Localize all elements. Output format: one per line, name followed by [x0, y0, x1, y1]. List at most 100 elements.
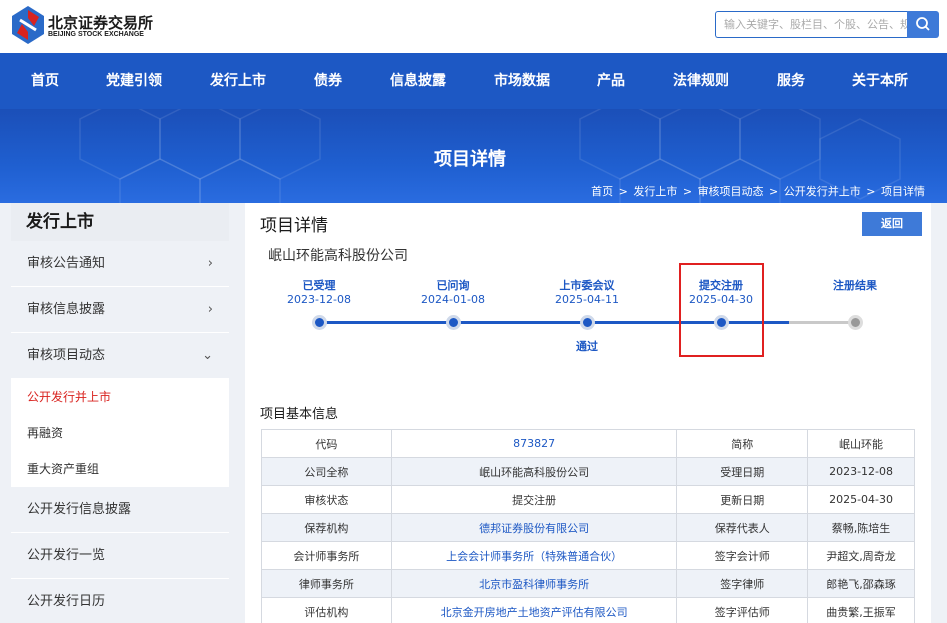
breadcrumb-review-dynamics[interactable]: 审核项目动态: [698, 185, 764, 198]
nav-item-products[interactable]: 产品: [597, 53, 625, 109]
field-label: 律师事务所: [261, 569, 392, 598]
table-row: 公司全称 岷山环能高科股份公司 受理日期 2023-12-08: [261, 457, 915, 486]
sidebar-subitem-public-offering[interactable]: 公开发行并上市: [11, 379, 229, 415]
sidebar-item-review-disclosure[interactable]: 审核信息披露 ›: [11, 287, 229, 333]
project-info-table: 代码 873827 简称 岷山环能 公司全称 岷山环能高科股份公司 受理日期 2023-12-…: [261, 429, 915, 623]
field-value[interactable]: 873827: [390, 429, 678, 458]
nav-item-listing[interactable]: 发行上市: [210, 53, 266, 109]
field-value: 2023-12-08: [807, 457, 915, 486]
field-value: 2025-04-30: [807, 485, 915, 514]
table-row: 评估机构 北京金开房地产土地资产评估有限公司 签字评估师 曲贵繁,王振军: [261, 597, 915, 623]
bse-logo-icon: [12, 6, 44, 44]
field-value[interactable]: 北京市盈科律师事务所: [390, 569, 678, 598]
sidebar-item-label: 审核公告通知: [27, 256, 106, 271]
logo-text-cn: 北京证券交易所: [48, 14, 154, 32]
field-value: 尹超文,周奇龙: [807, 541, 915, 570]
progress-timeline: 已受理 2023-12-08 已问询 2024-01-08 上市委会议 2025…: [245, 263, 931, 373]
nav-item-party[interactable]: 党建引领: [106, 53, 162, 109]
table-row: 审核状态 提交注册 更新日期 2025-04-30: [261, 485, 915, 514]
search-box: [715, 11, 939, 38]
step-dot: [580, 315, 595, 330]
basic-info-title: 项目基本信息: [260, 407, 339, 422]
field-label: 公司全称: [261, 457, 392, 486]
chevron-right-icon: ›: [207, 302, 213, 317]
breadcrumb-public-offering[interactable]: 公开发行并上市: [784, 185, 861, 198]
breadcrumb-current: 项目详情: [881, 185, 925, 198]
sidebar-item-offering-calendar[interactable]: 公开发行日历: [11, 579, 229, 623]
field-value[interactable]: 上会会计师事务所（特殊普通合伙）: [390, 541, 678, 570]
step-date: 2025-04-11: [555, 293, 619, 306]
field-value: 岷山环能: [807, 429, 915, 458]
table-row: 会计师事务所 上会会计师事务所（特殊普通合伙） 签字会计师 尹超文,周奇龙: [261, 541, 915, 570]
sidebar-item-review-notices[interactable]: 审核公告通知 ›: [11, 241, 229, 287]
nav-item-rules[interactable]: 法律规则: [673, 53, 729, 109]
step-note: 通过: [576, 340, 598, 353]
sidebar-subitem-restructuring[interactable]: 重大资产重组: [11, 451, 229, 487]
field-label: 签字律师: [676, 569, 809, 598]
step-date: 2023-12-08: [287, 293, 351, 306]
field-label: 受理日期: [676, 457, 809, 486]
company-name: 岷山环能高科股份公司: [268, 248, 408, 264]
sidebar-subitem-refinancing[interactable]: 再融资: [11, 415, 229, 451]
field-value: 曲贵繁,王振军: [807, 597, 915, 623]
sidebar: 发行上市 审核公告通知 › 审核信息披露 › 审核项目动态 ⌄ 公开发行并上市 …: [11, 203, 229, 623]
bse-logo[interactable]: 北京证券交易所 BEIJING STOCK EXCHANGE: [12, 6, 154, 46]
field-label: 更新日期: [676, 485, 809, 514]
step-date: 2024-01-08: [421, 293, 485, 306]
field-value: 郎艳飞,邵森琢: [807, 569, 915, 598]
table-row: 代码 873827 简称 岷山环能: [261, 429, 915, 458]
nav-item-market-data[interactable]: 市场数据: [494, 53, 550, 109]
step-label: 上市委会议: [559, 279, 615, 292]
nav-item-home[interactable]: 首页: [31, 53, 59, 109]
field-label: 简称: [676, 429, 809, 458]
search-icon: [916, 17, 930, 31]
field-value[interactable]: 德邦证券股份有限公司: [390, 513, 678, 542]
field-value: 提交注册: [390, 485, 678, 514]
field-label: 审核状态: [261, 485, 392, 514]
highlight-box: [679, 263, 764, 357]
sidebar-title: 发行上市: [11, 203, 229, 241]
field-label: 保荐代表人: [676, 513, 809, 542]
field-value: 蔡畅,陈培生: [807, 513, 915, 542]
nav-item-about[interactable]: 关于本所: [852, 53, 908, 109]
step-dot: [312, 315, 327, 330]
sidebar-item-label: 审核信息披露: [27, 302, 106, 317]
table-row: 律师事务所 北京市盈科律师事务所 签字律师 郎艳飞,邵森琢: [261, 569, 915, 598]
nav-item-bonds[interactable]: 债券: [314, 53, 342, 109]
main-nav: 首页 党建引领 发行上市 债券 信息披露 市场数据 产品 法律规则 服务 关于本…: [0, 53, 947, 109]
step-label: 注册结果: [833, 279, 877, 292]
page-title: 项目详情: [434, 149, 506, 170]
nav-item-disclosure[interactable]: 信息披露: [390, 53, 446, 109]
top-header: 北京证券交易所 BEIJING STOCK EXCHANGE: [0, 0, 947, 53]
field-value[interactable]: 北京金开房地产土地资产评估有限公司: [390, 597, 678, 623]
table-row: 保荐机构 德邦证券股份有限公司 保荐代表人 蔡畅,陈培生: [261, 513, 915, 542]
field-label: 代码: [261, 429, 392, 458]
chevron-right-icon: ›: [207, 256, 213, 271]
field-label: 评估机构: [261, 597, 392, 623]
chevron-down-icon: ⌄: [202, 348, 213, 363]
step-label: 已受理: [302, 279, 336, 292]
step-dot: [446, 315, 461, 330]
search-button[interactable]: [907, 11, 939, 38]
main-panel: 项目详情 返回 岷山环能高科股份公司 已受理 2023-12-08 已问询 20…: [245, 203, 931, 623]
sidebar-item-label: 审核项目动态: [27, 348, 106, 363]
sidebar-item-review-dynamics[interactable]: 审核项目动态 ⌄: [11, 333, 229, 379]
sidebar-item-offering-list[interactable]: 公开发行一览: [11, 533, 229, 579]
field-label: 会计师事务所: [261, 541, 392, 570]
step-dot-pending: [848, 315, 863, 330]
step-label: 已问询: [436, 279, 470, 292]
back-button[interactable]: 返回: [862, 212, 922, 236]
breadcrumb-listing[interactable]: 发行上市: [633, 185, 677, 198]
field-label: 签字评估师: [676, 597, 809, 623]
breadcrumb: 首页 > 发行上市 > 审核项目动态 > 公开发行并上市 > 项目详情: [591, 185, 925, 198]
panel-title: 项目详情: [260, 216, 328, 236]
nav-item-services[interactable]: 服务: [777, 53, 805, 109]
page-banner: 项目详情 首页 > 发行上市 > 审核项目动态 > 公开发行并上市 > 项目详情: [0, 109, 947, 203]
search-input[interactable]: [715, 11, 908, 38]
breadcrumb-home[interactable]: 首页: [591, 185, 613, 198]
logo-text-en: BEIJING STOCK EXCHANGE: [48, 31, 144, 38]
field-label: 保荐机构: [261, 513, 392, 542]
field-label: 签字会计师: [676, 541, 809, 570]
field-value: 岷山环能高科股份公司: [390, 457, 678, 486]
sidebar-item-offering-disclosure[interactable]: 公开发行信息披露: [11, 487, 229, 533]
